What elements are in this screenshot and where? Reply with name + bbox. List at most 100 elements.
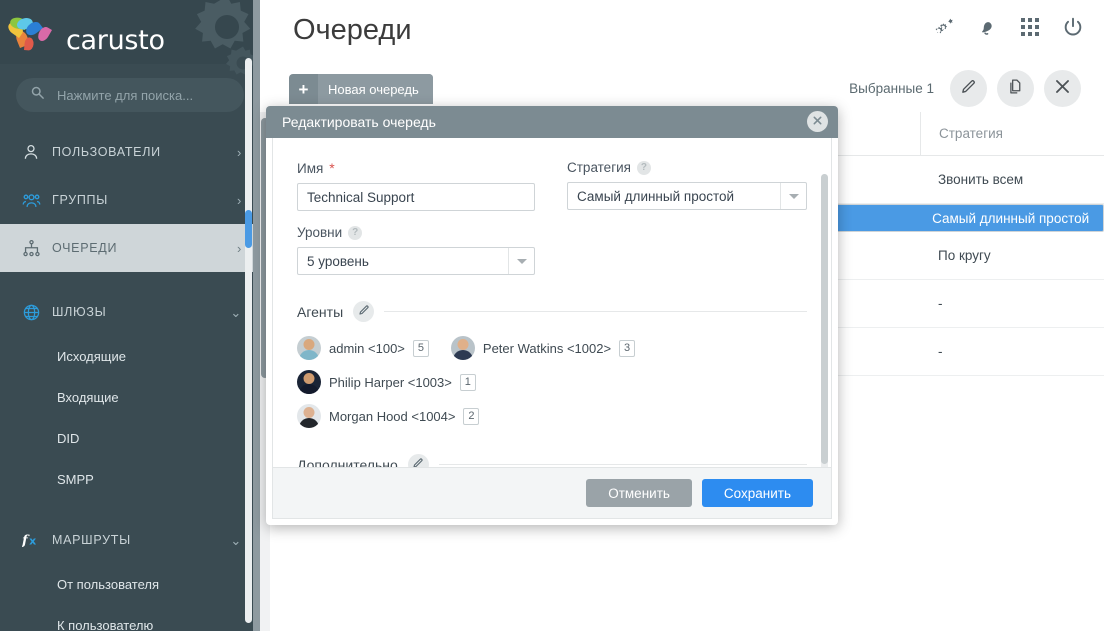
sidebar-scrollbar-thumb[interactable] (245, 210, 252, 248)
table-cell-strategy: - (938, 344, 943, 359)
section-divider (438, 464, 807, 465)
sidebar-item-label: МАРШРУТЫ (52, 533, 131, 547)
chevron-down-icon (508, 248, 534, 274)
search-box[interactable] (16, 78, 244, 112)
agents-section-title: Агенты (297, 303, 344, 320)
chevron-down-icon: ⌄ (230, 304, 242, 320)
bell-icon[interactable] (977, 17, 998, 43)
user-icon (22, 143, 52, 161)
power-icon[interactable] (1062, 16, 1084, 43)
carusto-logo-icon (5, 10, 68, 54)
agent-name: Philip Harper <1003> (329, 374, 452, 390)
agent-item[interactable]: admin <100> 5 (297, 336, 429, 360)
sidebar-subitem-label: От пользователя (57, 577, 160, 592)
modal-header: Редактировать очередь (266, 106, 838, 138)
globe-icon (22, 303, 52, 322)
brand-logo[interactable]: carusto (5, 10, 165, 56)
agents-edit-button[interactable] (353, 301, 375, 322)
edit-selected-button[interactable] (950, 70, 987, 107)
agent-item[interactable]: Philip Harper <1003> 1 (297, 370, 476, 394)
required-marker: * (329, 160, 335, 176)
strategy-select[interactable]: Самый длинный простой (567, 182, 807, 210)
sidebar-item-queues[interactable]: ОЧЕРЕДИ › (0, 224, 260, 272)
avatar (297, 336, 321, 360)
save-button[interactable]: Сохранить (701, 479, 813, 507)
sidebar-divider (253, 0, 260, 631)
agent-name: Morgan Hood <1004> (329, 408, 456, 424)
name-field-label: Имя * (297, 160, 535, 176)
levels-select[interactable]: 5 уровень (297, 247, 535, 275)
sidebar-subitem-incoming[interactable]: Входящие (0, 377, 260, 418)
copy-icon (1007, 78, 1024, 100)
avatar (297, 370, 321, 394)
sidebar-item-routes[interactable]: f x МАРШРУТЫ ⌄ (0, 516, 260, 564)
sidebar-item-groups[interactable]: ГРУППЫ › (0, 176, 260, 224)
app-root: carusto ПОЛЬЗОВАТЕЛИ (0, 0, 1104, 631)
levels-field-group: Уровни ? 5 уровень (297, 225, 807, 275)
sidebar-scrollbar[interactable] (245, 58, 252, 623)
strategy-field-group: Стратегия ? Самый длинный простой (567, 160, 807, 211)
sidebar-item-label: ГРУППЫ (52, 193, 109, 207)
help-icon[interactable]: ? (348, 225, 363, 240)
agent-name: admin <100> (329, 340, 405, 356)
modal-scrollbar-thumb[interactable] (821, 174, 828, 464)
modal-close-button[interactable] (807, 111, 828, 132)
search-icon (30, 85, 45, 105)
sidebar-subitem-label: Исходящие (57, 349, 126, 364)
group-icon (22, 191, 52, 210)
sidebar-subitem-to-user[interactable]: К пользователю (0, 605, 260, 631)
close-icon (1053, 77, 1072, 101)
close-icon (812, 113, 823, 131)
delete-selected-button[interactable] (1044, 70, 1081, 107)
cancel-button[interactable]: Отменить (586, 479, 692, 507)
levels-label-text: Уровни (297, 225, 343, 240)
form-row-1: Имя * Стратегия ? Самый длинный простой (297, 160, 807, 211)
agents-list: admin <100> 5 Peter Watkins <1002> 3 Phi… (297, 336, 807, 428)
modal-body: Имя * Стратегия ? Самый длинный простой (272, 138, 832, 486)
levels-field-label: Уровни ? (297, 225, 807, 240)
sidebar-subitem-did[interactable]: DID (0, 418, 260, 459)
agent-item[interactable]: Peter Watkins <1002> 3 (450, 336, 636, 360)
agent-item[interactable]: Morgan Hood <1004> 2 (297, 404, 807, 428)
help-icon[interactable]: ? (636, 160, 651, 175)
avatar (297, 404, 321, 428)
sidebar-nav: ПОЛЬЗОВАТЕЛИ › ГРУППЫ › ОЧЕРЕДИ › ШЛЮЗЫ … (0, 122, 260, 631)
agents-section-header: Агенты (297, 301, 807, 322)
chevron-right-icon: › (236, 144, 242, 160)
sidebar-subitem-smpp[interactable]: SMPP (0, 459, 260, 500)
table-header-cell-strategy: Стратегия (920, 112, 1104, 155)
modal-scrollbar[interactable] (821, 174, 828, 486)
agent-level-badge: 1 (459, 373, 476, 391)
sidebar-item-gateways[interactable]: ШЛЮЗЫ ⌄ (0, 288, 260, 336)
sidebar-item-users[interactable]: ПОЛЬЗОВАТЕЛИ › (0, 128, 260, 176)
agent-level-badge: 3 (619, 339, 636, 357)
name-label-text: Имя (297, 160, 324, 176)
section-divider (384, 311, 807, 312)
plus-icon: + (298, 79, 309, 99)
modal-footer: Отменить Сохранить (272, 467, 832, 519)
table-cell-strategy: Звонить всем (938, 172, 1024, 187)
selection-toolbar: Выбранные 1 (849, 70, 1081, 107)
gears-icon[interactable] (932, 16, 954, 43)
copy-selected-button[interactable] (997, 70, 1034, 107)
sidebar-subitem-label: SMPP (57, 472, 94, 487)
new-queue-tab[interactable]: + Новая очередь (289, 74, 433, 104)
brand-name: carusto (66, 25, 165, 56)
sidebar-subitem-from-user[interactable]: От пользователя (0, 564, 260, 605)
search-input[interactable] (55, 86, 230, 104)
chevron-down-icon (780, 183, 806, 209)
page-title: Очереди (293, 14, 412, 46)
strategy-select-value: Самый длинный простой (577, 188, 735, 204)
pencil-icon (960, 78, 977, 100)
sidebar-subitem-outgoing[interactable]: Исходящие (0, 336, 260, 377)
levels-select-value: 5 уровень (307, 253, 369, 269)
brand-header: carusto (0, 0, 260, 75)
avatar (450, 336, 475, 360)
agent-level-badge: 5 (412, 339, 429, 357)
name-field-group: Имя * (297, 160, 535, 211)
apps-grid-icon[interactable] (1021, 18, 1039, 41)
chevron-down-icon: ⌄ (230, 532, 242, 548)
name-input[interactable] (297, 183, 535, 211)
